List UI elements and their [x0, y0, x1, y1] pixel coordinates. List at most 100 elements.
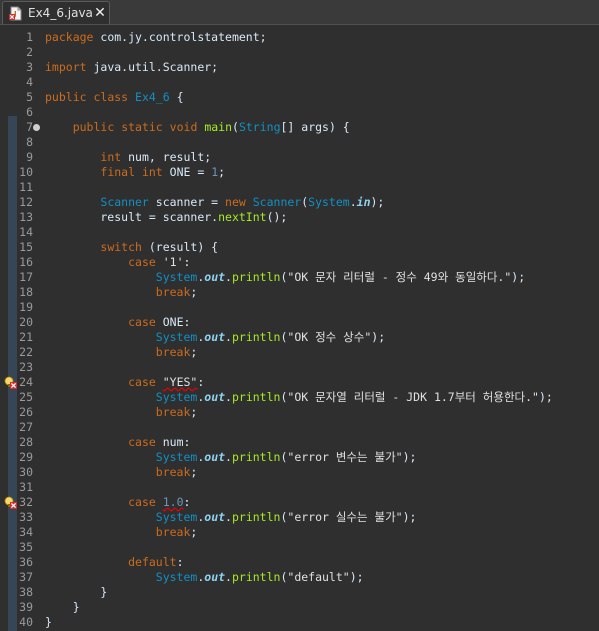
code-line[interactable]: 12 Scanner scanner = new Scanner(System.… [0, 195, 599, 210]
line-number: 34 [19, 525, 33, 539]
line-number: 25 [19, 390, 33, 404]
code-line[interactable]: 3 import java.util.Scanner; [0, 60, 599, 75]
fold-toggle-icon[interactable] [33, 124, 40, 131]
quick-fix-error-icon[interactable] [4, 376, 17, 389]
code-text: import java.util.Scanner; [45, 60, 218, 75]
code-line[interactable]: 14 [0, 225, 599, 240]
code-token: } [45, 615, 52, 629]
code-line[interactable]: 8 [0, 135, 599, 150]
code-line[interactable]: 23 [0, 360, 599, 375]
code-token: "default" [287, 570, 350, 584]
tab-ex4-6-java[interactable]: J Ex4_6.java ✕ [2, 1, 110, 24]
code-line[interactable]: 29 System.out.println("error 변수는 불가"); [0, 450, 599, 465]
code-line[interactable]: 7 public static void main(String[] args)… [0, 120, 599, 135]
code-text: public static void main(String[] args) { [45, 120, 350, 135]
code-line[interactable]: 26 break; [0, 405, 599, 420]
code-token: out [204, 270, 226, 284]
line-number: 7 [26, 120, 33, 134]
code-line[interactable]: 17 System.out.println("OK 문자 리터럴 - 정수 49… [0, 270, 599, 285]
code-token: String [238, 120, 281, 134]
line-number: 31 [19, 480, 33, 494]
code-token: Ex4_6 [135, 90, 170, 104]
line-number: 33 [19, 510, 33, 524]
code-line[interactable]: 22 break; [0, 345, 599, 360]
code-token: . [225, 510, 232, 524]
code-token: "error 변수는 불가" [287, 450, 403, 464]
code-line[interactable]: 9 int num, result; [0, 150, 599, 165]
code-line[interactable]: 19 [0, 300, 599, 315]
code-text: } [45, 585, 107, 600]
code-token: public [72, 120, 115, 134]
code-line[interactable]: 38 } [0, 585, 599, 600]
line-number: 18 [19, 285, 33, 299]
code-line[interactable]: 2 [0, 45, 599, 60]
code-line[interactable]: 33 System.out.println("error 실수는 불가"); [0, 510, 599, 525]
code-token: { [169, 90, 184, 104]
code-line[interactable]: 13 result = scanner.nextInt(); [0, 210, 599, 225]
line-number: 37 [19, 570, 33, 584]
code-token: ); [371, 330, 386, 344]
quick-fix-error-icon[interactable] [4, 496, 17, 509]
code-text: break; [45, 465, 198, 480]
line-number: 20 [19, 315, 33, 329]
code-text: break; [45, 345, 198, 360]
code-line[interactable]: 6 [0, 105, 599, 120]
code-line[interactable]: 31 [0, 480, 599, 495]
code-token: ); [538, 390, 553, 404]
code-token: Scanner [100, 195, 149, 209]
code-token: nextInt [218, 210, 267, 224]
code-line[interactable]: 36 default: [0, 555, 599, 570]
code-text: System.out.println("error 실수는 불가"); [45, 510, 417, 525]
code-token: "OK 문자 리터럴 - 정수 49와 동일하다." [287, 270, 512, 284]
code-line[interactable]: 35 [0, 540, 599, 555]
code-line[interactable]: 18 break; [0, 285, 599, 300]
code-token: System [155, 570, 198, 584]
code-line[interactable]: 25 System.out.println("OK 문자열 리터럴 - JDK … [0, 390, 599, 405]
code-token: num: [155, 435, 191, 449]
code-token: final [100, 165, 136, 179]
code-line[interactable]: 20 case ONE: [0, 315, 599, 330]
code-line[interactable]: 39 } [0, 600, 599, 615]
code-line[interactable]: 34 break; [0, 525, 599, 540]
code-line[interactable]: 15 switch (result) { [0, 240, 599, 255]
line-number: 2 [26, 45, 33, 59]
code-line[interactable]: 27 [0, 420, 599, 435]
code-line[interactable]: 11 [0, 180, 599, 195]
code-text: case 1.0: [45, 495, 190, 510]
close-icon[interactable]: ✕ [92, 4, 108, 22]
code-token: out [204, 570, 226, 584]
code-line[interactable]: 28 case num: [0, 435, 599, 450]
code-token: println [231, 390, 281, 404]
code-editor[interactable]: 1 package com.jy.controlstatement; 2 3 impor… [0, 26, 599, 631]
code-line[interactable]: 30 break; [0, 465, 599, 480]
code-line[interactable]: 24 case "YES": [0, 375, 599, 390]
code-line[interactable]: 1 package com.jy.controlstatement; [0, 30, 599, 45]
code-line[interactable]: 21 System.out.println("OK 정수 상수"); [0, 330, 599, 345]
line-number: 19 [19, 300, 33, 314]
code-line[interactable]: 5 public class Ex4_6 { [0, 90, 599, 105]
code-line[interactable]: 37 System.out.println("default"); [0, 570, 599, 585]
code-line[interactable]: 4 [0, 75, 599, 90]
line-number: 39 [19, 600, 33, 614]
code-line[interactable]: 32 case 1.0: [0, 495, 599, 510]
code-token: Scanner [252, 195, 302, 209]
code-token: println [231, 450, 281, 464]
line-number: 13 [19, 210, 33, 224]
code-text: System.out.println("OK 정수 상수"); [45, 330, 385, 345]
code-line[interactable]: 16 case '1': [0, 255, 599, 270]
line-number: 10 [19, 165, 33, 179]
code-token: (); [266, 210, 288, 224]
line-number: 9 [26, 150, 33, 164]
code-token: scanner = [148, 195, 226, 209]
code-line[interactable]: 10 final int ONE = 1; [0, 165, 599, 180]
code-line[interactable]: 40} [0, 615, 599, 630]
code-token: main [204, 120, 233, 134]
code-token: ; [190, 345, 198, 359]
